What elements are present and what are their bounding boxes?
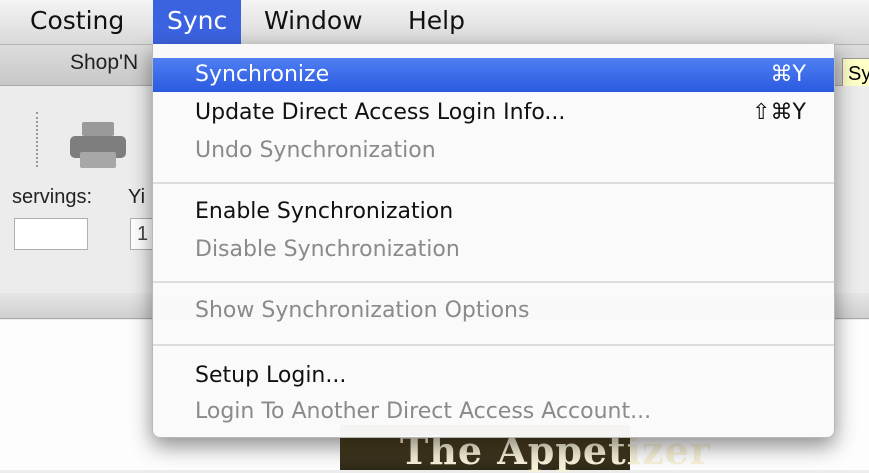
servings-label: servings: bbox=[12, 186, 93, 208]
printer-icon[interactable] bbox=[68, 120, 128, 172]
menu-item-label: Enable Synchronization bbox=[195, 199, 454, 224]
menu-sync[interactable]: Sync bbox=[153, 0, 242, 44]
menu-item-label: Setup Login... bbox=[195, 363, 347, 388]
menu-costing[interactable]: Costing bbox=[16, 0, 138, 44]
menu-item-undo-synchronization[interactable]: Undo Synchronization bbox=[153, 134, 834, 168]
menu-item-label: Update Direct Access Login Info... bbox=[195, 100, 566, 125]
yield-label: Yi bbox=[128, 186, 146, 208]
shortcut-label: ⇧⌘Y bbox=[752, 100, 806, 125]
menu-item-setup-login[interactable]: Setup Login... bbox=[153, 359, 834, 393]
menu-item-label: Login To Another Direct Access Account..… bbox=[195, 399, 652, 424]
menu-separator bbox=[153, 281, 834, 283]
menu-item-show-sync-options[interactable]: Show Synchronization Options bbox=[153, 294, 834, 328]
menu-item-label: Show Synchronization Options bbox=[195, 298, 530, 323]
menu-item-disable-synchronization[interactable]: Disable Synchronization bbox=[153, 233, 834, 267]
menu-item-update-login-info[interactable]: Update Direct Access Login Info... ⇧⌘Y bbox=[153, 96, 834, 130]
menu-item-login-another-account[interactable]: Login To Another Direct Access Account..… bbox=[153, 395, 834, 429]
menu-item-label: Disable Synchronization bbox=[195, 237, 460, 262]
menu-item-label: Undo Synchronization bbox=[195, 138, 436, 163]
menu-item-synchronize[interactable]: Synchronize ⌘Y bbox=[153, 58, 834, 92]
shortcut-label: ⌘Y bbox=[770, 62, 806, 87]
toolbar-separator bbox=[36, 112, 38, 167]
menu-separator bbox=[153, 344, 834, 346]
sync-menu: Synchronize ⌘Y Update Direct Access Logi… bbox=[152, 44, 835, 438]
tab-shopn[interactable]: Shop'N bbox=[70, 51, 138, 75]
menu-bar: Costing Sync Window Help bbox=[0, 0, 869, 45]
servings-input[interactable] bbox=[14, 218, 88, 250]
menu-window[interactable]: Window bbox=[250, 0, 377, 44]
menu-item-enable-synchronization[interactable]: Enable Synchronization bbox=[153, 195, 834, 229]
menu-help[interactable]: Help bbox=[394, 0, 479, 44]
menu-separator bbox=[153, 182, 834, 184]
menu-item-label: Synchronize bbox=[195, 62, 330, 87]
